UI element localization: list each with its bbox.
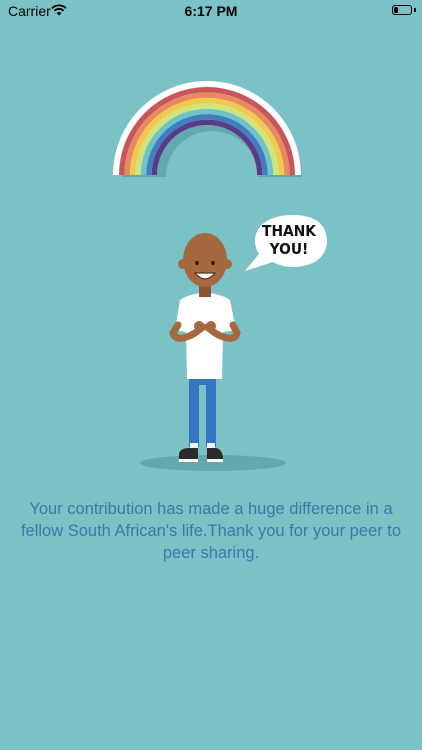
battery-icon [392, 5, 412, 15]
status-bar: Carrier 6:17 PM [0, 0, 422, 22]
status-time: 6:17 PM [184, 3, 238, 19]
battery-tip [414, 8, 416, 12]
rainbow-illustration [113, 81, 302, 177]
speech-bubble-text: THANK YOU! [262, 222, 316, 258]
battery-level [394, 7, 398, 13]
thank-you-message: Your contribution has made a huge differ… [20, 500, 402, 562]
